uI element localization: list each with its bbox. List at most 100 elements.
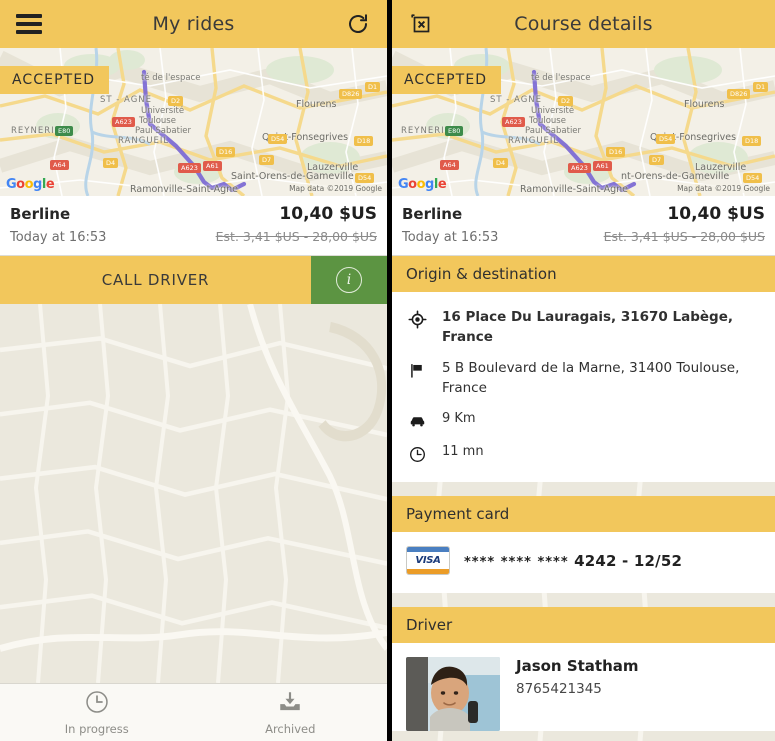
driver-info: Jason Statham 8765421345 [516, 657, 639, 697]
map-place-label: Paul Sabatier [525, 126, 582, 136]
origin-row[interactable]: 16 Place Du Lauragais, 31670 Labège, Fra… [406, 302, 761, 353]
bottom-navigation: In progress Archived [0, 683, 387, 741]
map-place-label: RANGUEIL [508, 136, 560, 146]
origin-address: 16 Place Du Lauragais, 31670 Labège, Fra… [442, 309, 733, 345]
map-place-label: nt-Orens-de-Gameville [621, 171, 730, 182]
ride-time: Today at 16:53 [10, 230, 107, 245]
status-badge: ACCEPTED [0, 66, 110, 94]
destination-row[interactable]: 5 B Boulevard de la Marne, 31400 Toulous… [406, 353, 761, 404]
tab-in-progress[interactable]: In progress [0, 684, 194, 741]
road-shield: A64 [440, 160, 459, 170]
appbar-spacer [729, 7, 763, 41]
card-last4-expiry: 4242 - 12/52 [574, 551, 683, 570]
action-bar: CALL DRIVER i [0, 256, 387, 304]
section-body-payment-card: VISA **** **** **** 4242 - 12/52 [392, 532, 775, 594]
google-logo: Google [398, 177, 447, 192]
map-place-label: REYNERIE [11, 126, 61, 136]
visa-brand-label: VISA [415, 555, 441, 567]
map-place-label: Université [141, 106, 185, 116]
road-shield: A623 [568, 163, 591, 173]
details-scroll-area[interactable]: Origin & destination 16 Place Du Lauraga… [392, 256, 775, 741]
page-title: My rides [152, 13, 235, 35]
road-shield: D4 [103, 158, 119, 168]
app-screen: My rides ACCEPTED Google Map data ©2019 … [0, 0, 775, 741]
driver-name: Jason Statham [516, 657, 639, 676]
visa-card-icon: VISA [406, 546, 450, 576]
map-place-label: Université [531, 106, 575, 116]
panel-course-details: Course details ACCEPTED Google Map data … [392, 0, 775, 741]
road-shield: E80 [55, 126, 74, 136]
road-shield: A623 [112, 117, 135, 127]
destination-address: 5 B Boulevard de la Marne, 31400 Toulous… [442, 360, 740, 396]
call-driver-button[interactable]: CALL DRIVER [0, 256, 311, 304]
ride-time: Today at 16:53 [402, 230, 499, 245]
road-shield: D54 [743, 173, 763, 183]
map-place-label: ST - AGNE [490, 95, 543, 105]
road-shield: D1 [753, 82, 769, 92]
duration-value: 11 mn [442, 444, 484, 460]
road-shield: D826 [727, 89, 751, 99]
duration-row: 11 mn [406, 437, 761, 470]
road-shield: D826 [339, 89, 363, 99]
map-place-label: Paul Sabatier [135, 126, 192, 136]
map-attribution: Map data ©2019 Google [675, 184, 772, 193]
road-shield: D4 [493, 158, 509, 168]
page-title: Course details [514, 13, 653, 35]
status-badge: ACCEPTED [392, 66, 502, 94]
road-shield: A64 [50, 160, 69, 170]
background-map-graphics [0, 304, 387, 683]
section-header-payment-card: Payment card [392, 496, 775, 533]
payment-card-row[interactable]: VISA **** **** **** 4242 - 12/52 [406, 542, 761, 581]
road-shield: D1 [365, 82, 381, 92]
road-shield: A61 [203, 161, 222, 171]
road-shield: D54 [355, 173, 375, 183]
road-shield: D16 [216, 147, 236, 157]
map-place-label: Toulouse [529, 116, 566, 126]
left-appbar: My rides [0, 0, 387, 48]
ride-summary-card[interactable]: Berline 10,40 $US Today at 16:53 Est. 3,… [0, 196, 387, 256]
road-shield: D54 [268, 134, 288, 144]
map-place-label: REYNERIE [401, 126, 451, 136]
map-place-label: té de l'espace [531, 73, 591, 83]
right-route-map[interactable]: ACCEPTED Google Map data ©2019 Google Fl… [392, 48, 775, 196]
road-shield: D2 [558, 96, 574, 106]
map-place-label: ST - AGNE [100, 95, 153, 105]
driver-avatar [406, 657, 500, 732]
clock-icon [406, 443, 428, 464]
map-place-label: Ramonville-Saint-Agne [520, 184, 628, 195]
map-place-label: Ramonville-Saint-Agne [130, 184, 238, 195]
section-body-origin-destination: 16 Place Du Lauragais, 31670 Labège, Fra… [392, 292, 775, 483]
ride-vehicle-type: Berline [10, 205, 71, 223]
driver-row[interactable]: Jason Statham 8765421345 [406, 653, 761, 732]
target-crosshair-icon [406, 308, 428, 329]
map-place-label: Lauzerville [307, 162, 359, 173]
hamburger-menu-icon[interactable] [12, 7, 46, 41]
background-map[interactable] [0, 304, 387, 683]
road-shield: D7 [649, 155, 665, 165]
road-shield: A623 [502, 117, 525, 127]
car-icon [406, 410, 428, 431]
right-appbar: Course details [392, 0, 775, 48]
map-attribution: Map data ©2019 Google [287, 184, 384, 193]
panel-my-rides: My rides ACCEPTED Google Map data ©2019 … [0, 0, 387, 741]
map-place-label: Toulouse [139, 116, 176, 126]
left-route-map[interactable]: ACCEPTED Google Map data ©2019 Google Fl… [0, 48, 387, 196]
road-shield: D18 [742, 136, 762, 146]
section-body-driver: Jason Statham 8765421345 [392, 643, 775, 732]
ride-price: 10,40 $US [667, 204, 765, 224]
info-icon: i [336, 267, 362, 293]
clock-icon [84, 689, 110, 719]
close-box-icon[interactable] [404, 7, 438, 41]
ride-estimate: Est. 3,41 $US - 28,00 $US [603, 229, 765, 244]
section-header-driver: Driver [392, 607, 775, 644]
refresh-icon[interactable] [341, 7, 375, 41]
road-shield: A61 [593, 161, 612, 171]
tab-archived[interactable]: Archived [194, 684, 388, 741]
info-button[interactable]: i [311, 256, 387, 304]
driver-phone[interactable]: 8765421345 [516, 681, 639, 697]
ride-summary-card: Berline 10,40 $US Today at 16:53 Est. 3,… [392, 196, 775, 256]
ride-vehicle-type: Berline [402, 205, 463, 223]
road-shield: D2 [168, 96, 184, 106]
